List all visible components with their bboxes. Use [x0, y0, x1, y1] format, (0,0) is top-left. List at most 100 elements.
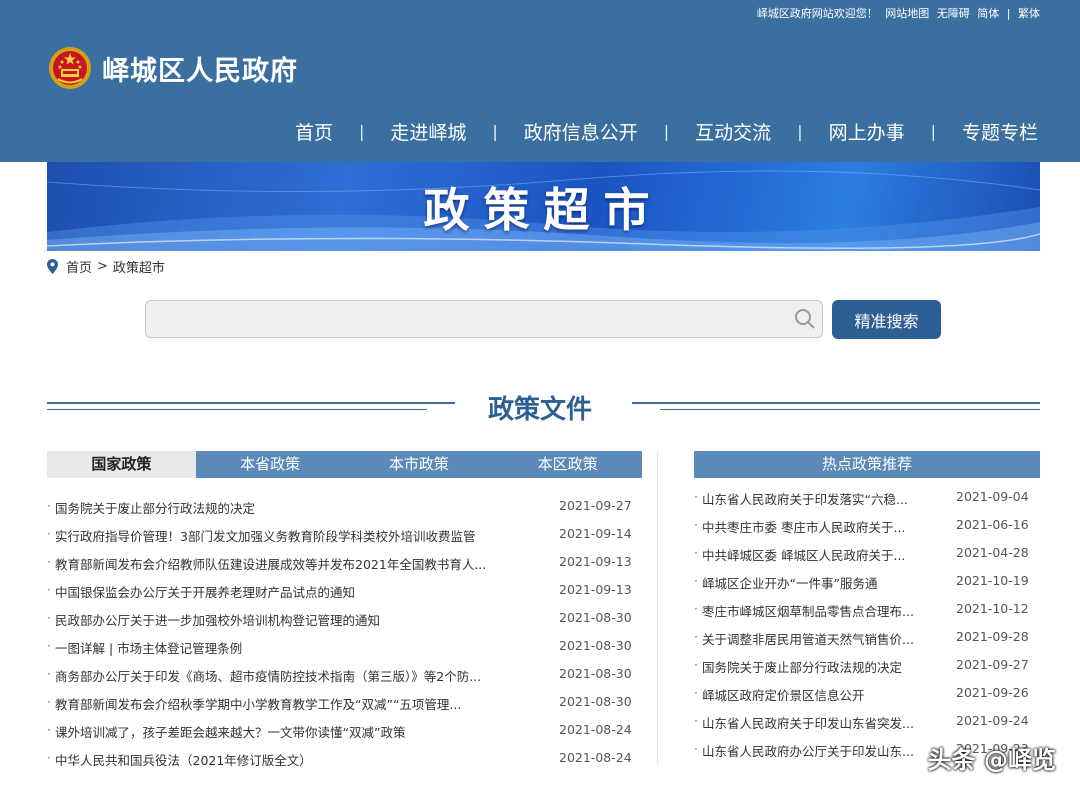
policy-link[interactable]: 商务部办公厅关于印发《商场、超市疫情防控技术指南（第三版）》等2个防... [55, 666, 525, 685]
hot-policy-link[interactable]: 中共峄城区委 峄城区人民政府关于... [702, 545, 930, 564]
tab-city-policy[interactable]: 本市政策 [345, 451, 494, 478]
policy-date: 2021-09-27 [559, 498, 632, 513]
breadcrumb-home[interactable]: 首页 [66, 257, 92, 276]
nav-special-topics[interactable]: 专题专栏 [962, 118, 1038, 145]
bullet-dot: · [47, 722, 51, 737]
list-item: · 国务院关于废止部分行政法规的决定 2021-09-27 [694, 657, 1040, 677]
bullet-dot: · [47, 498, 51, 513]
precise-search-button[interactable]: 精准搜索 [832, 300, 941, 339]
search-box [145, 300, 823, 338]
bullet-dot: · [694, 573, 698, 588]
list-item: · 中共峄城区委 峄城区人民政府关于... 2021-04-28 [694, 545, 1040, 565]
bullet-dot: · [694, 685, 698, 700]
bullet-dot: · [47, 666, 51, 681]
policy-link[interactable]: 一图详解 | 市场主体登记管理条例 [55, 638, 525, 657]
policy-date: 2021-08-30 [559, 610, 632, 625]
bullet-dot: · [694, 489, 698, 504]
nav-interaction[interactable]: 互动交流 [695, 118, 771, 145]
hot-policy-link[interactable]: 山东省人民政府办公厅关于印发山东... [702, 741, 930, 760]
bullet-dot: · [694, 741, 698, 756]
simplified-link[interactable]: 简体 [977, 7, 999, 20]
list-item: · 教育部新闻发布会介绍教师队伍建设进展成效等并发布2021年全国教书育人... 2… [47, 554, 637, 574]
list-item: · 中华人民共和国兵役法（2021年修订版全文） 2021-08-24 [47, 750, 637, 770]
hot-policy-header: 热点政策推荐 [694, 451, 1040, 478]
hot-policy-date: 2021-10-19 [956, 573, 1029, 588]
list-item: · 峄城区企业开办“一件事”服务通 2021-10-19 [694, 573, 1040, 593]
hot-policy-link[interactable]: 关于调整非居民用管道天然气销售价... [702, 629, 930, 648]
list-item: · 一图详解 | 市场主体登记管理条例 2021-08-30 [47, 638, 637, 658]
policy-date: 2021-08-30 [559, 666, 632, 681]
location-pin-icon [47, 259, 58, 274]
watermark: 头条 @峄览 [927, 746, 1056, 774]
hot-policy-date: 2021-10-12 [956, 601, 1029, 616]
hot-policy-link[interactable]: 中共枣庄市委 枣庄市人民政府关于... [702, 517, 930, 536]
section-title-text: 政策文件 [465, 395, 614, 425]
nav-home[interactable]: 首页 [295, 118, 333, 145]
column-divider [657, 451, 658, 766]
policy-link[interactable]: 实行政府指导价管理！3部门发文加强义务教育阶段学科类校外培训收费监管 [55, 526, 525, 545]
hot-policy-date: 2021-09-27 [956, 657, 1029, 672]
list-item: · 课外培训减了，孩子差距会越来越大？一文带你读懂“双减”政策 2021-08-24 [47, 722, 637, 742]
nav-gov-info[interactable]: 政府信息公开 [524, 118, 638, 145]
hot-policy-link[interactable]: 峄城区企业开办“一件事”服务通 [702, 573, 930, 592]
accessibility-link[interactable]: 无障碍 [937, 7, 970, 20]
banner-title: 政策超市 [423, 182, 664, 237]
national-emblem-icon [49, 47, 91, 89]
tab-district-policy[interactable]: 本区政策 [493, 451, 642, 478]
tab-provincial-policy[interactable]: 本省政策 [196, 451, 345, 478]
sitemap-link[interactable]: 网站地图 [885, 7, 929, 20]
tab-national-policy[interactable]: 国家政策 [47, 451, 196, 478]
policy-link[interactable]: 教育部新闻发布会介绍秋季学期中小学教育教学工作及“双减”“五项管理... [55, 694, 525, 713]
nav-separator: | [663, 122, 670, 141]
policy-date: 2021-09-13 [559, 554, 632, 569]
policy-link[interactable]: 中华人民共和国兵役法（2021年修订版全文） [55, 750, 525, 769]
policy-market-banner: 政策超市 [47, 162, 1040, 251]
bullet-dot: · [694, 517, 698, 532]
hot-policy-link[interactable]: 国务院关于废止部分行政法规的决定 [702, 657, 930, 676]
list-item: · 关于调整非居民用管道天然气销售价... 2021-09-28 [694, 629, 1040, 649]
policy-date: 2021-09-14 [559, 526, 632, 541]
list-item: · 山东省人民政府关于印发山东省突发... 2021-09-24 [694, 713, 1040, 733]
list-item: · 中国银保监会办公厅关于开展养老理财产品试点的通知 2021-09-13 [47, 582, 637, 602]
hot-policy-date: 2021-09-24 [956, 713, 1029, 728]
bullet-dot: · [694, 629, 698, 644]
policy-link[interactable]: 国务院关于废止部分行政法规的决定 [55, 498, 525, 517]
hot-policy-link[interactable]: 山东省人民政府关于印发山东省突发... [702, 713, 930, 732]
bullet-dot: · [47, 638, 51, 653]
traditional-link[interactable]: 繁体 [1018, 7, 1040, 20]
section-title: 政策文件 [0, 389, 1080, 426]
policy-date: 2021-08-24 [559, 722, 632, 737]
policy-link[interactable]: 中国银保监会办公厅关于开展养老理财产品试点的通知 [55, 582, 525, 601]
policy-date: 2021-08-30 [559, 694, 632, 709]
policy-link[interactable]: 教育部新闻发布会介绍教师队伍建设进展成效等并发布2021年全国教书育人... [55, 554, 525, 573]
hot-policy-link[interactable]: 山东省人民政府关于印发落实“六稳... [702, 489, 930, 508]
breadcrumb-separator: > [97, 259, 108, 274]
policy-date: 2021-08-30 [559, 638, 632, 653]
nav-online-services[interactable]: 网上办事 [829, 118, 905, 145]
search-input[interactable] [156, 305, 780, 335]
search-icon[interactable] [794, 308, 816, 330]
hot-policy-link[interactable]: 枣庄市峄城区烟草制品零售点合理布... [702, 601, 930, 620]
bullet-dot: · [694, 601, 698, 616]
breadcrumb: 首页 > 政策超市 [47, 257, 165, 276]
site-logo[interactable]: 峄城区人民政府 [48, 46, 298, 90]
bullet-dot: · [47, 526, 51, 541]
policy-link[interactable]: 课外培训减了，孩子差距会越来越大？一文带你读懂“双减”政策 [55, 722, 525, 741]
nav-about-yicheng[interactable]: 走进峄城 [390, 118, 466, 145]
list-item: · 教育部新闻发布会介绍秋季学期中小学教育教学工作及“双减”“五项管理... 202… [47, 694, 637, 714]
policy-date: 2021-09-13 [559, 582, 632, 597]
top-links-separator: | [1006, 7, 1011, 20]
policy-link[interactable]: 民政部办公厅关于进一步加强校外培训机构登记管理的通知 [55, 610, 525, 629]
list-item: · 民政部办公厅关于进一步加强校外培训机构登记管理的通知 2021-08-30 [47, 610, 637, 630]
welcome-text: 峄城区政府网站欢迎您！ [756, 7, 878, 20]
list-item: · 实行政府指导价管理！3部门发文加强义务教育阶段学科类校外培训收费监管 2021-… [47, 526, 637, 546]
hot-policy-date: 2021-09-28 [956, 629, 1029, 644]
nav-separator: | [492, 122, 498, 141]
nav-separator: | [797, 122, 803, 141]
list-item: · 峄城区政府定价景区信息公开 2021-09-26 [694, 685, 1040, 705]
bullet-dot: · [694, 545, 698, 560]
list-item: · 商务部办公厅关于印发《商场、超市疫情防控技术指南（第三版）》等2个防... 20… [47, 666, 637, 686]
hot-policy-date: 2021-04-28 [956, 545, 1029, 560]
bullet-dot: · [47, 582, 51, 597]
hot-policy-link[interactable]: 峄城区政府定价景区信息公开 [702, 685, 930, 704]
